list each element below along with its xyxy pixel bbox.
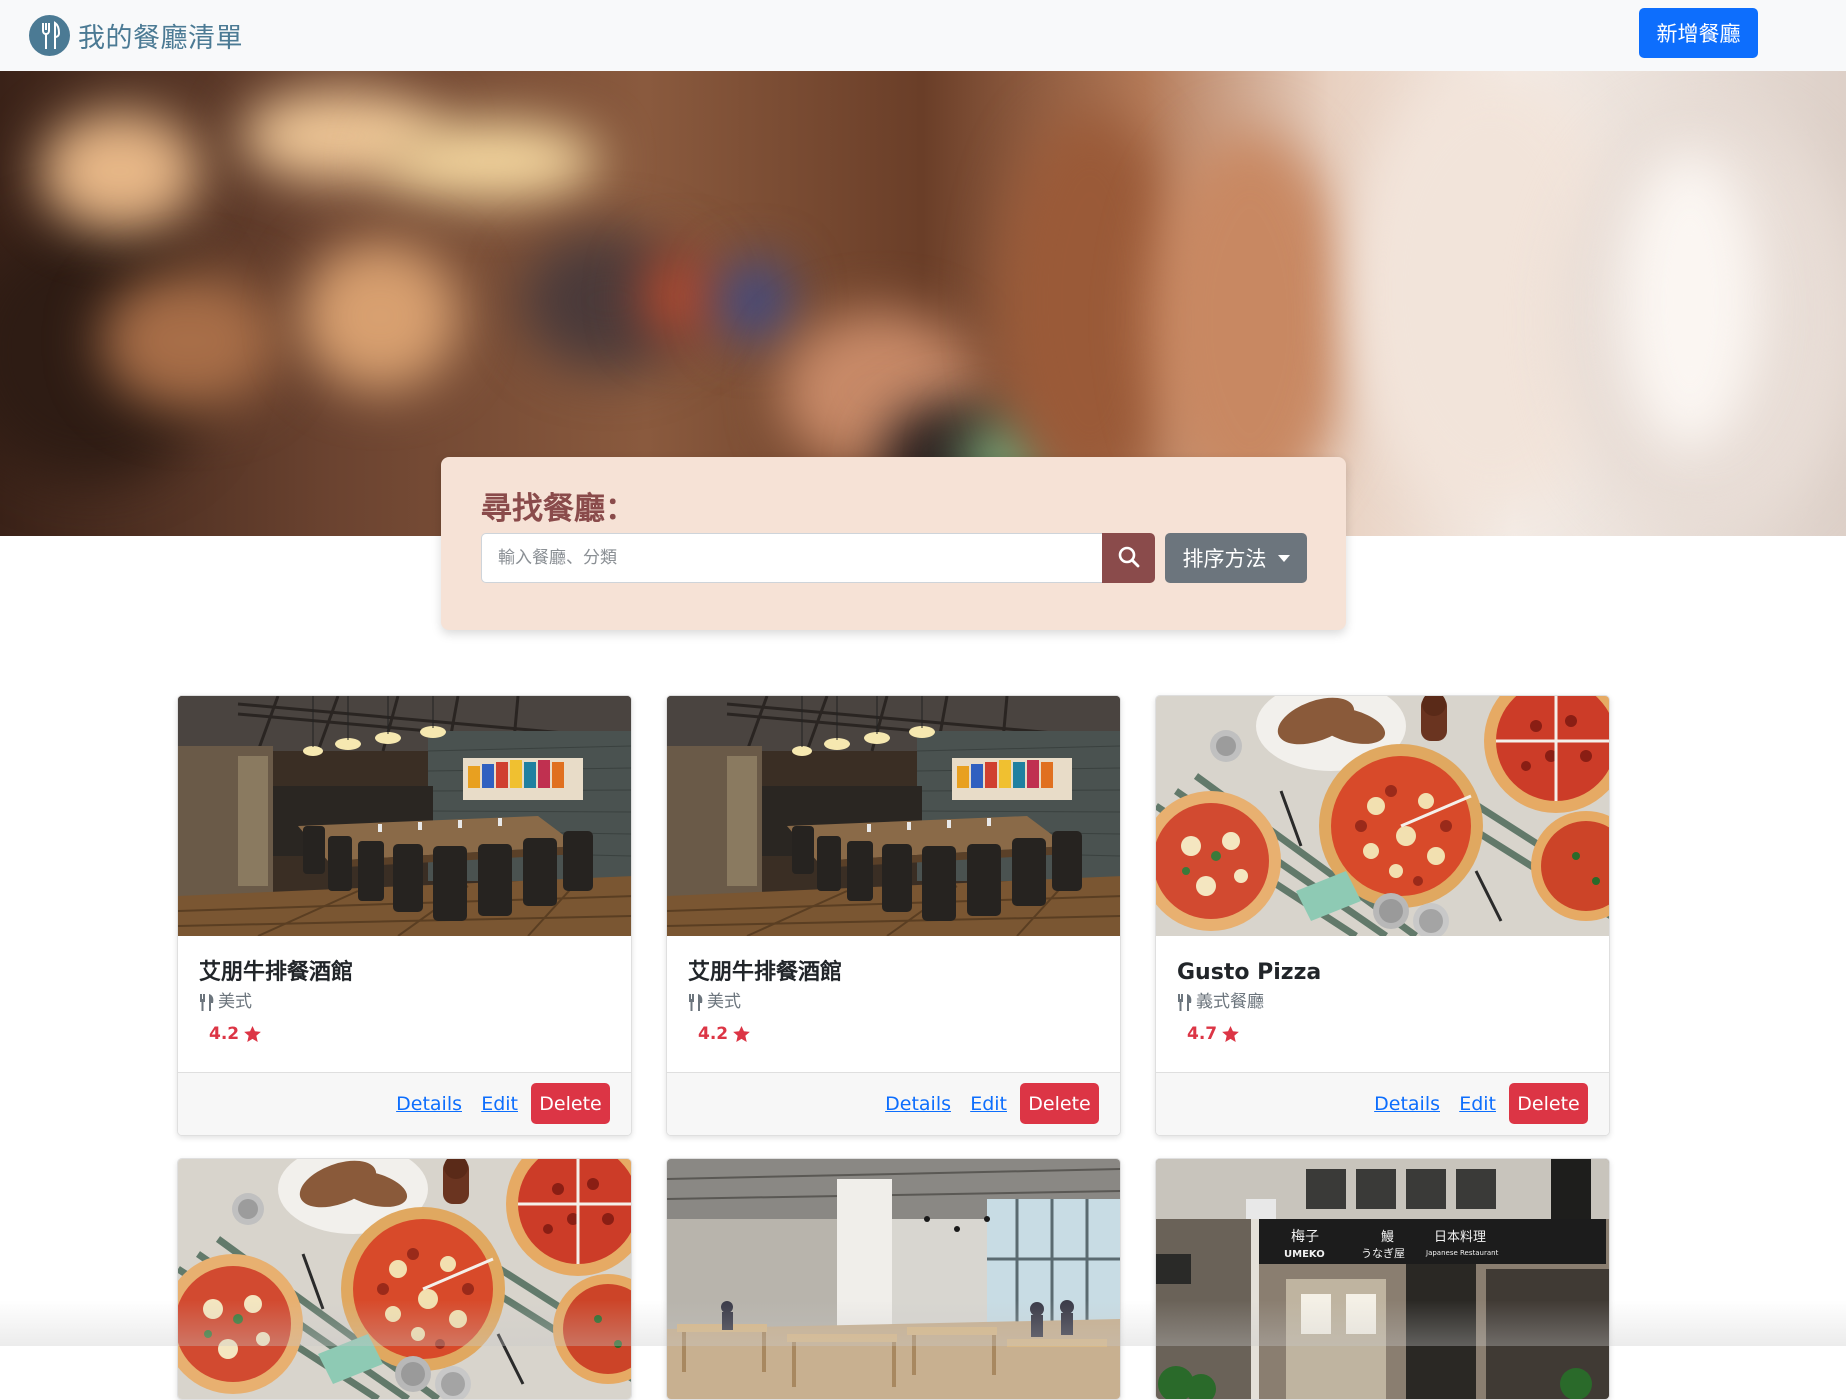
restaurant-category: 美式 xyxy=(199,990,610,1014)
details-link[interactable]: Details xyxy=(396,1093,462,1115)
restaurant-card[interactable]: 艾朋牛排餐酒館 美式 4.2 Details Edit Delete xyxy=(177,695,632,1136)
restaurant-image[interactable] xyxy=(667,696,1120,936)
restaurant-rating: 4.2 xyxy=(698,1024,1099,1044)
restaurant-card[interactable] xyxy=(1155,1158,1610,1400)
category-label: 美式 xyxy=(707,992,741,1012)
restaurant-rating: 4.2 xyxy=(209,1024,610,1044)
restaurant-card[interactable]: Gusto Pizza 義式餐廳 4.7 Details Edit Delete xyxy=(1155,695,1610,1136)
sort-dropdown-button[interactable]: 排序方法 xyxy=(1165,533,1307,583)
search-panel: 尋找餐廳： 排序方法 xyxy=(441,457,1346,630)
utensils-icon xyxy=(688,993,704,1011)
brand-title: 我的餐廳清單 xyxy=(78,23,243,54)
details-link[interactable]: Details xyxy=(885,1093,951,1115)
details-link[interactable]: Details xyxy=(1374,1093,1440,1115)
card-body: 艾朋牛排餐酒館 美式 4.2 xyxy=(178,936,631,1072)
star-icon xyxy=(733,1026,750,1042)
utensils-icon xyxy=(199,993,215,1011)
brand-link[interactable]: 我的餐廳清單 xyxy=(29,13,243,58)
restaurant-card[interactable] xyxy=(666,1158,1121,1400)
category-label: 美式 xyxy=(218,992,252,1012)
card-body: 艾朋牛排餐酒館 美式 4.2 xyxy=(667,936,1120,1072)
restaurant-image[interactable] xyxy=(178,696,631,936)
utensils-icon xyxy=(1177,993,1193,1011)
rating-value: 4.2 xyxy=(698,1024,729,1044)
restaurant-name: 艾朋牛排餐酒館 xyxy=(688,960,843,985)
card-footer: Details Edit Delete xyxy=(178,1072,631,1135)
star-icon xyxy=(1222,1026,1239,1042)
search-icon xyxy=(1118,546,1140,571)
edit-link[interactable]: Edit xyxy=(1459,1093,1496,1115)
restaurant-image[interactable] xyxy=(667,1159,1120,1399)
category-label: 義式餐廳 xyxy=(1196,992,1264,1012)
card-footer: Details Edit Delete xyxy=(667,1072,1120,1135)
restaurant-name: Gusto Pizza xyxy=(1177,960,1322,985)
rating-value: 4.7 xyxy=(1187,1024,1218,1044)
restaurant-image[interactable] xyxy=(178,1159,631,1399)
restaurant-category: 義式餐廳 xyxy=(1177,990,1588,1014)
caret-down-icon xyxy=(1277,554,1290,562)
restaurant-category: 美式 xyxy=(688,990,1099,1014)
rating-value: 4.2 xyxy=(209,1024,240,1044)
restaurant-card[interactable]: 艾朋牛排餐酒館 美式 4.2 Details Edit Delete xyxy=(666,695,1121,1136)
restaurant-image[interactable] xyxy=(1156,1159,1609,1399)
restaurant-image[interactable] xyxy=(1156,696,1609,936)
edit-link[interactable]: Edit xyxy=(970,1093,1007,1115)
search-button[interactable] xyxy=(1102,533,1155,583)
restaurant-name: 艾朋牛排餐酒館 xyxy=(199,960,354,985)
restaurant-card[interactable] xyxy=(177,1158,632,1400)
delete-button[interactable]: Delete xyxy=(1020,1083,1099,1124)
top-navbar: 我的餐廳清單 新增餐廳 xyxy=(0,0,1846,71)
utensils-circle-icon xyxy=(29,15,70,56)
add-restaurant-button[interactable]: 新增餐廳 xyxy=(1639,8,1758,58)
search-title: 尋找餐廳： xyxy=(481,491,636,527)
sort-label: 排序方法 xyxy=(1182,547,1267,571)
star-icon xyxy=(244,1026,261,1042)
restaurant-rating: 4.7 xyxy=(1187,1024,1588,1044)
card-body: Gusto Pizza 義式餐廳 4.7 xyxy=(1156,936,1609,1072)
edit-link[interactable]: Edit xyxy=(481,1093,518,1115)
delete-button[interactable]: Delete xyxy=(1509,1083,1588,1124)
card-footer: Details Edit Delete xyxy=(1156,1072,1609,1135)
delete-button[interactable]: Delete xyxy=(531,1083,610,1124)
search-input[interactable] xyxy=(481,533,1102,583)
